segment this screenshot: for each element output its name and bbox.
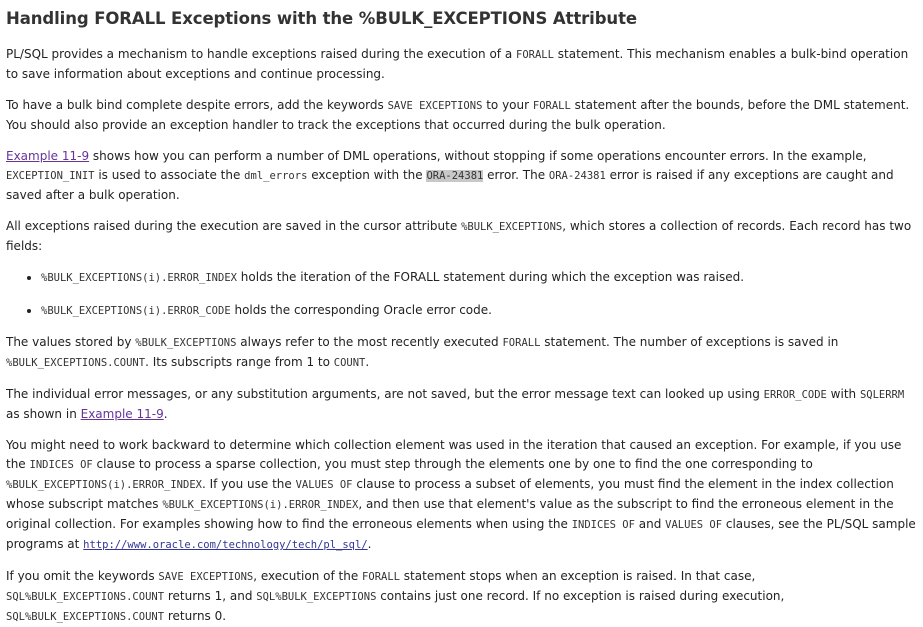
text: holds the iteration of the FORALL statem… bbox=[236, 270, 745, 284]
text: is used to associate the bbox=[94, 168, 245, 182]
text: statement stops when an exception is rai… bbox=[399, 569, 756, 583]
code-forall: FORALL bbox=[362, 571, 400, 583]
fields-list: %BULK_EXCEPTIONS(i).ERROR_INDEX holds th… bbox=[6, 268, 917, 321]
text: All exceptions raised during the executi… bbox=[6, 219, 462, 233]
code-bulk-exceptions-count: %BULK_EXCEPTIONS.COUNT bbox=[6, 357, 146, 369]
text: contains just one record. If no exceptio… bbox=[376, 589, 785, 603]
text: The values stored by bbox=[6, 335, 136, 349]
code-count: COUNT bbox=[333, 357, 366, 369]
paragraph-bulk-exceptions: All exceptions raised during the executi… bbox=[6, 217, 917, 256]
text: clause to process a sparse collection, y… bbox=[92, 457, 813, 471]
text: exception with the bbox=[307, 168, 427, 182]
text: PL/SQL provides a mechanism to handle ex… bbox=[6, 47, 516, 61]
code-forall: FORALL bbox=[532, 100, 571, 112]
text: . bbox=[367, 537, 372, 551]
list-item: %BULK_EXCEPTIONS(i).ERROR_CODE holds the… bbox=[41, 301, 917, 321]
text: . bbox=[365, 355, 370, 369]
paragraph-save-exceptions: To have a bulk bind complete despite err… bbox=[6, 96, 917, 135]
code-save-exceptions: SAVE EXCEPTIONS bbox=[158, 571, 254, 583]
code-indices-of: INDICES OF bbox=[29, 459, 93, 471]
text: error. The bbox=[483, 168, 549, 182]
text: . bbox=[163, 407, 168, 421]
code-forall: FORALL bbox=[502, 337, 541, 349]
code-error-index: %BULK_EXCEPTIONS(i).ERROR_INDEX bbox=[41, 272, 237, 284]
code-error-index: %BULK_EXCEPTIONS(i).ERROR_INDEX bbox=[162, 499, 359, 511]
paragraph-omit-keywords: If you omit the keywords SAVE EXCEPTIONS… bbox=[6, 567, 917, 627]
code-forall: FORALL bbox=[516, 49, 554, 61]
text: To have a bulk bind complete despite err… bbox=[6, 98, 388, 112]
oracle-plsql-url-link[interactable]: http://www.oracle.com/technology/tech/pl… bbox=[83, 539, 367, 551]
paragraph-error-messages: The individual error messages, or any su… bbox=[6, 385, 917, 424]
paragraph-values-stored: The values stored by %BULK_EXCEPTIONS al… bbox=[6, 333, 917, 373]
paragraph-intro: PL/SQL provides a mechanism to handle ex… bbox=[6, 45, 917, 84]
text: statement. The number of exceptions is s… bbox=[540, 335, 839, 349]
code-dml-errors: dml_errors bbox=[244, 170, 308, 182]
code-save-exceptions: SAVE EXCEPTIONS bbox=[387, 100, 483, 112]
text: returns 1, and bbox=[164, 589, 257, 603]
text: , execution of the bbox=[253, 569, 363, 583]
text: . Its subscripts range from 1 to bbox=[145, 355, 334, 369]
example-11-9-link[interactable]: Example 11-9 bbox=[6, 149, 89, 163]
example-11-9-link[interactable]: Example 11-9 bbox=[81, 407, 164, 421]
code-sqlerrm: SQLERRM bbox=[859, 389, 905, 401]
text: as shown in bbox=[6, 407, 81, 421]
text: to your bbox=[482, 98, 533, 112]
paragraph-example: Example 11-9 shows how you can perform a… bbox=[6, 147, 917, 205]
code-ora-24381: ORA-24381 bbox=[548, 170, 606, 182]
text: always refer to the most recently execut… bbox=[236, 335, 503, 349]
text: The individual error messages, or any su… bbox=[6, 387, 764, 401]
code-indices-of: INDICES OF bbox=[571, 519, 635, 531]
text: shows how you can perform a number of DM… bbox=[89, 149, 867, 163]
code-bulk-exceptions: %BULK_EXCEPTIONS bbox=[135, 337, 237, 349]
code-sql-bulk-exceptions: SQL%BULK_EXCEPTIONS bbox=[256, 591, 377, 603]
code-error-code: ERROR_CODE bbox=[763, 389, 827, 401]
text: If you omit the keywords bbox=[6, 569, 159, 583]
document-page: Handling FORALL Exceptions with the %BUL… bbox=[0, 0, 923, 627]
code-sql-bulk-exceptions-count: SQL%BULK_EXCEPTIONS.COUNT bbox=[6, 591, 165, 603]
code-ora-24381-highlighted: ORA-24381 bbox=[426, 170, 484, 182]
code-bulk-exceptions: %BULK_EXCEPTIONS bbox=[461, 221, 563, 233]
code-error-code: %BULK_EXCEPTIONS(i).ERROR_CODE bbox=[41, 305, 231, 317]
code-values-of: VALUES OF bbox=[295, 479, 353, 491]
text: returns 0. bbox=[164, 609, 227, 623]
text: with bbox=[826, 387, 860, 401]
text: and bbox=[634, 517, 666, 531]
code-sql-bulk-exceptions-count: SQL%BULK_EXCEPTIONS.COUNT bbox=[6, 611, 165, 623]
text: holds the corresponding Oracle error cod… bbox=[230, 303, 492, 317]
code-values-of: VALUES OF bbox=[665, 519, 723, 531]
page-title: Handling FORALL Exceptions with the %BUL… bbox=[6, 9, 637, 28]
list-item: %BULK_EXCEPTIONS(i).ERROR_INDEX holds th… bbox=[41, 268, 917, 288]
text: . If you use the bbox=[201, 477, 296, 491]
code-error-index: %BULK_EXCEPTIONS(i).ERROR_INDEX bbox=[6, 479, 202, 491]
paragraph-work-backward: You might need to work backward to deter… bbox=[6, 436, 917, 555]
code-exception-init: EXCEPTION_INIT bbox=[6, 170, 95, 182]
